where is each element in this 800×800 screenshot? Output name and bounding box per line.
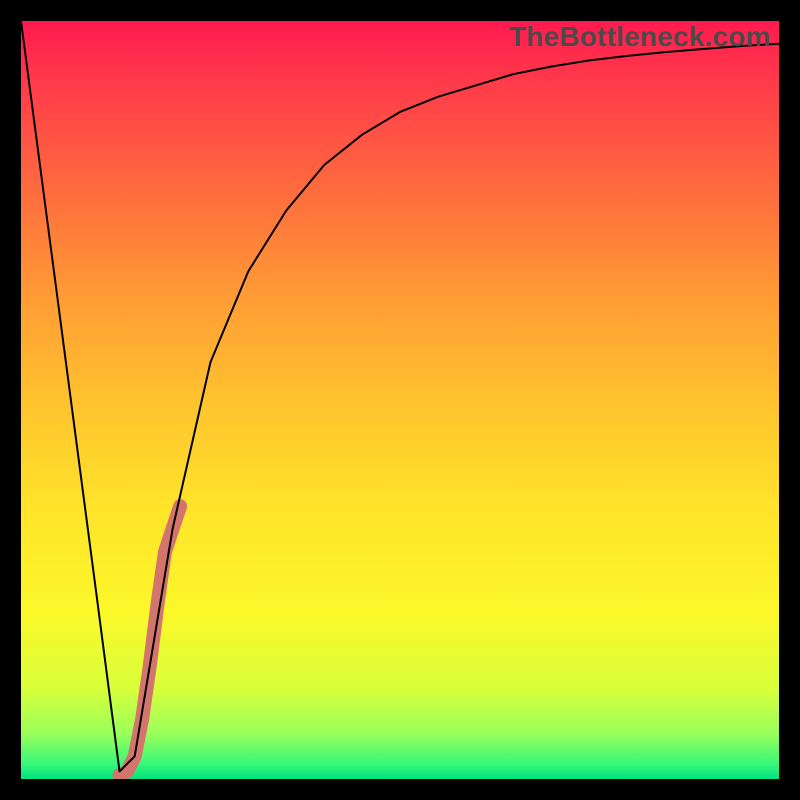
bottleneck-curve (21, 21, 779, 771)
plot-area: TheBottleneck.com (21, 21, 779, 779)
highlight-segment (120, 506, 181, 775)
watermark-text: TheBottleneck.com (509, 21, 771, 53)
chart-frame: TheBottleneck.com (0, 0, 800, 800)
chart-svg (21, 21, 779, 779)
